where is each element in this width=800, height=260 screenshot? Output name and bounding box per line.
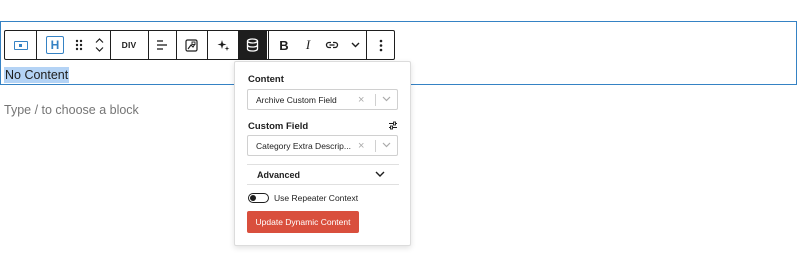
content-select[interactable]: Archive Custom Field × — [247, 89, 398, 110]
custom-field-label: Custom Field — [248, 121, 309, 132]
align-icon — [157, 40, 167, 50]
content-select-value: Archive Custom Field — [256, 95, 337, 105]
database-icon — [246, 38, 259, 52]
block-mover — [90, 31, 108, 59]
align-button[interactable] — [148, 31, 176, 59]
select-divider — [375, 94, 376, 106]
divider — [247, 164, 399, 165]
block-appender[interactable]: Type / to choose a block — [4, 103, 139, 117]
italic-button[interactable]: I — [298, 31, 318, 59]
select-parent-button[interactable] — [5, 31, 36, 59]
toolbar-divider — [268, 31, 269, 59]
bold-button[interactable]: B — [270, 31, 298, 59]
more-formats-button[interactable] — [346, 31, 364, 59]
update-dynamic-content-button[interactable]: Update Dynamic Content — [247, 211, 359, 233]
clear-icon[interactable]: × — [358, 93, 364, 107]
advanced-toggle[interactable]: Advanced — [257, 170, 300, 180]
toolbar-divider — [36, 31, 37, 59]
chevron-down-icon[interactable] — [375, 171, 385, 177]
more-vertical-icon — [379, 39, 383, 51]
sparkle-icon — [217, 39, 229, 51]
chevron-down-icon[interactable] — [382, 96, 391, 102]
heading-icon: H — [46, 36, 64, 54]
chevron-down-icon[interactable] — [95, 47, 104, 52]
custom-field-select[interactable]: Category Extra Descrip... × — [247, 135, 398, 156]
link-icon — [325, 41, 339, 49]
custom-field-select-value: Category Extra Descrip... — [256, 141, 351, 151]
link-button[interactable] — [318, 31, 346, 59]
dynamic-content-button[interactable] — [238, 31, 267, 59]
dynamic-content-popover: Content Archive Custom Field × Custom Fi… — [234, 61, 411, 246]
parent-block-icon — [13, 40, 28, 50]
sliders-icon[interactable] — [388, 121, 398, 130]
chevron-down-icon[interactable] — [382, 142, 391, 148]
chevron-down-icon — [351, 42, 359, 48]
drag-handle[interactable] — [68, 31, 90, 59]
ai-button[interactable] — [207, 31, 239, 59]
block-toolbar: H DIV B I — [4, 30, 395, 60]
divider — [247, 184, 399, 185]
toggle-knob — [250, 195, 256, 201]
block-options-button[interactable] — [367, 31, 395, 59]
select-divider — [375, 140, 376, 152]
block-type-button[interactable]: H — [42, 31, 68, 59]
html-tag-button[interactable]: DIV — [110, 31, 148, 59]
repeater-context-toggle[interactable] — [248, 193, 269, 203]
clear-icon[interactable]: × — [358, 139, 364, 153]
content-label: Content — [248, 74, 284, 85]
image-icon — [185, 38, 198, 52]
chevron-up-icon[interactable] — [95, 38, 104, 43]
repeater-context-label: Use Repeater Context — [274, 193, 359, 203]
image-button[interactable] — [176, 31, 207, 59]
drag-handle-icon — [75, 39, 83, 51]
block-content[interactable]: No Content — [4, 67, 70, 83]
